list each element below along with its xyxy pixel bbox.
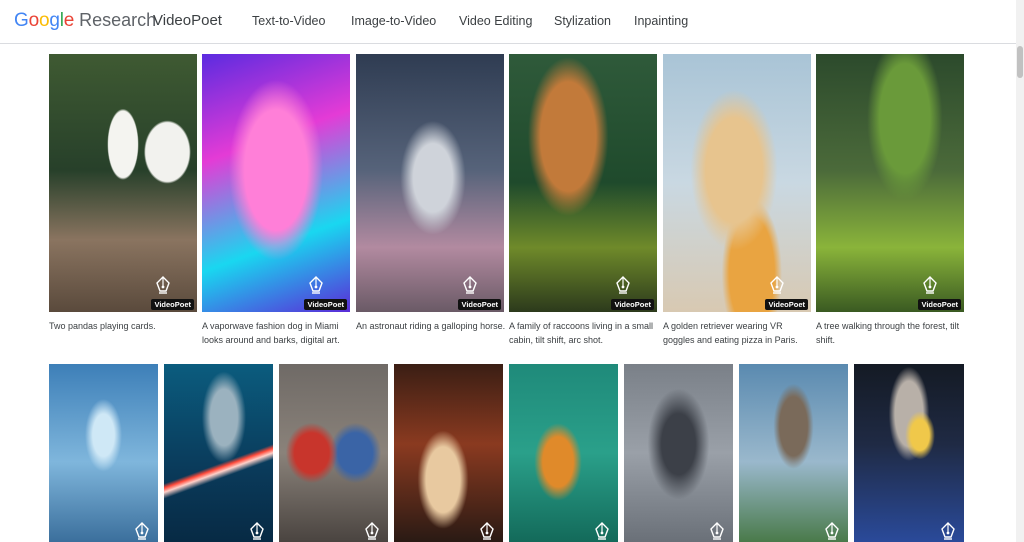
- video-thumbnail: [394, 364, 503, 542]
- nav-stylization[interactable]: Stylization: [554, 14, 611, 28]
- videopoet-badge: VideoPoet: [458, 299, 501, 310]
- video-tile-teddy-bears[interactable]: [279, 364, 388, 542]
- google-letter: G: [14, 10, 29, 31]
- videopoet-badge: VideoPoet: [918, 299, 961, 310]
- top-header: Google Research VideoPoet Text-to-Video …: [0, 0, 1016, 44]
- watermark-pen-icon: [940, 522, 956, 540]
- video-thumbnail: [164, 364, 273, 542]
- video-tile-pandas[interactable]: VideoPoet: [49, 54, 197, 312]
- video-tile-laser-shark[interactable]: [164, 364, 273, 542]
- watermark-pen-icon: [134, 522, 150, 540]
- nav-inpainting[interactable]: Inpainting: [634, 14, 688, 28]
- watermark-pen-icon: [594, 522, 610, 540]
- video-tile-astronaut-horse[interactable]: VideoPoet: [356, 54, 504, 312]
- watermark-pen-icon: [824, 522, 840, 540]
- watermark-pen-icon: [155, 276, 171, 294]
- caption-raccoon-cabin: A family of raccoons living in a small c…: [509, 321, 654, 345]
- video-thumbnail: [356, 54, 504, 312]
- watermark-pen-icon: [308, 276, 324, 294]
- nav-text-to-video[interactable]: Text-to-Video: [252, 14, 325, 28]
- video-thumbnail: [279, 364, 388, 542]
- video-tile-mouse-cheese[interactable]: [854, 364, 964, 542]
- scrollbar-thumb[interactable]: [1017, 46, 1023, 78]
- caption-retriever-pizza: A golden retriever wearing VR goggles an…: [663, 321, 798, 345]
- video-thumbnail: [509, 364, 618, 542]
- caption-astronaut-horse: An astronaut riding a galloping horse.: [356, 321, 506, 331]
- video-tile-vaporwave-dog[interactable]: VideoPoet: [202, 54, 350, 312]
- nav-image-to-video[interactable]: Image-to-Video: [351, 14, 436, 28]
- videopoet-badge: VideoPoet: [304, 299, 347, 310]
- watermark-pen-icon: [769, 276, 785, 294]
- videopoet-badge: VideoPoet: [765, 299, 808, 310]
- watermark-pen-icon: [249, 522, 265, 540]
- video-thumbnail: [739, 364, 848, 542]
- video-tile-chicken-gym[interactable]: [394, 364, 503, 542]
- google-letter: e: [63, 10, 75, 31]
- video-thumbnail: [854, 364, 964, 542]
- watermark-pen-icon: [462, 276, 478, 294]
- video-thumbnail: [202, 54, 350, 312]
- caption-walking-tree: A tree walking through the forest, tilt …: [816, 321, 960, 345]
- caption-pandas: Two pandas playing cards.: [49, 321, 156, 331]
- video-tile-dinosaur-cactus[interactable]: [739, 364, 848, 542]
- video-tile-glass-figure[interactable]: [49, 364, 158, 542]
- research-wordmark: Research: [79, 10, 157, 30]
- video-tile-retriever-pizza[interactable]: VideoPoet: [663, 54, 811, 312]
- nav-video-editing[interactable]: Video Editing: [459, 14, 532, 28]
- video-thumbnail: [49, 364, 158, 542]
- video-thumbnail: [624, 364, 733, 542]
- product-title[interactable]: VideoPoet: [153, 12, 222, 29]
- google-letter: o: [38, 10, 50, 31]
- video-thumbnail: [663, 54, 811, 312]
- videopoet-badge: VideoPoet: [611, 299, 654, 310]
- video-thumbnail: [509, 54, 657, 312]
- google-wordmark: Google: [14, 10, 74, 32]
- watermark-pen-icon: [364, 522, 380, 540]
- watermark-pen-icon: [709, 522, 725, 540]
- google-letter: o: [28, 10, 40, 31]
- watermark-pen-icon: [922, 276, 938, 294]
- caption-vaporwave-dog: A vaporwave fashion dog in Miami looks a…: [202, 321, 340, 345]
- watermark-pen-icon: [615, 276, 631, 294]
- google-letter: g: [49, 10, 60, 31]
- video-tile-raccoon-cabin[interactable]: VideoPoet: [509, 54, 657, 312]
- videopoet-badge: VideoPoet: [151, 299, 194, 310]
- video-thumbnail: [49, 54, 197, 312]
- watermark-pen-icon: [479, 522, 495, 540]
- page-scrollbar[interactable]: [1016, 0, 1024, 542]
- video-tile-origami-fox[interactable]: [509, 364, 618, 542]
- google-research-logo[interactable]: Google Research: [14, 10, 156, 32]
- video-tile-walking-tree[interactable]: VideoPoet: [816, 54, 964, 312]
- video-tile-smoke[interactable]: [624, 364, 733, 542]
- video-thumbnail: [816, 54, 964, 312]
